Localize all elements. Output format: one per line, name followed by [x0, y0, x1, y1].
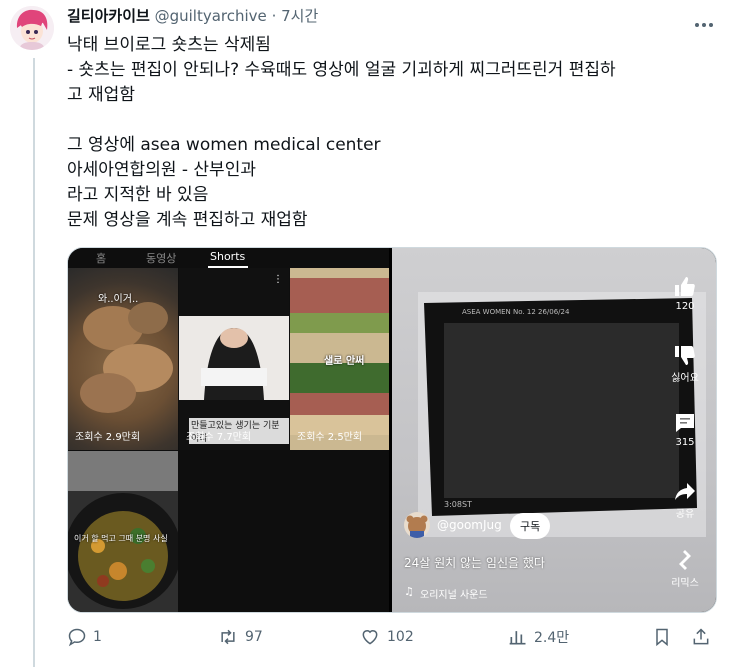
- subscribe-button[interactable]: 구독: [510, 513, 551, 539]
- reply-count: 1: [93, 629, 102, 645]
- remix-button[interactable]: 리믹스: [670, 548, 700, 589]
- share-label: 공유: [675, 509, 695, 520]
- bookmark-icon: [656, 628, 668, 647]
- remix-label: 리믹스: [671, 578, 699, 589]
- comment-count: 315: [675, 437, 695, 448]
- channel-avatar[interactable]: [404, 512, 430, 538]
- dislike-label: 싫어요: [671, 373, 699, 384]
- thumbnail-food-3[interactable]: 샐로 안써 조회수 2.5만회: [290, 268, 389, 450]
- comment-icon: [676, 414, 694, 432]
- thumbnail-views: 조회수 2.9만회: [75, 432, 141, 443]
- thumbnail-views: 조회수 7.7만회: [186, 432, 252, 443]
- tweet-line: 아세아연합의원 - 산부인과: [67, 160, 256, 180]
- share-arrow-icon: [675, 483, 695, 500]
- avatar-illustration-icon: [10, 6, 54, 50]
- like-button[interactable]: 120: [670, 275, 700, 312]
- like-tweet-button[interactable]: 102: [359, 627, 414, 647]
- tweet-line: - 숏츠는 편집이 안되나? 수육때도 영상에 얼굴 기괴하게 찌그러뜨린거 편…: [67, 60, 616, 80]
- share-upload-icon: [693, 628, 709, 645]
- music-note-icon: ♫: [404, 585, 414, 598]
- shorts-tabs: 홈 동영상 Shorts: [68, 248, 389, 268]
- film-top-text: ASEA WOMEN No. 12 26/06/24: [462, 308, 570, 316]
- tab-shorts: Shorts: [210, 250, 246, 263]
- view-count: 2.4만: [534, 630, 570, 646]
- thumbnail-caption: 샐로 안써: [324, 356, 365, 367]
- shorts-video-image[interactable]: ASEA WOMEN No. 12 26/06/24 3:08ST 120 싫어…: [392, 248, 716, 612]
- more-options-icon[interactable]: [693, 12, 717, 27]
- media-grid[interactable]: 홈 동영상 Shorts 와..이거.. 조회수 2.9만회 만들고있는 생기는: [67, 247, 717, 613]
- sound-label[interactable]: 오리지널 사운드: [420, 586, 488, 601]
- share-tweet-button[interactable]: [691, 627, 711, 647]
- reply-bubble-icon: [68, 628, 86, 647]
- tweet-actions: 1 97 102 2.4만: [67, 627, 717, 653]
- like-tweet-count: 102: [387, 629, 414, 645]
- tweet-line-empty: [67, 108, 727, 133]
- tweet-header: 길티아카이브 @guiltyarchive · 7시간: [67, 6, 318, 26]
- thread-line: [33, 58, 35, 667]
- bear-avatar-icon: [406, 515, 428, 538]
- thumbnail-caption: 이거 할 먹고 그때 분명 사실: [74, 534, 168, 543]
- tweet-line: 라고 지적한 바 있음: [67, 185, 209, 205]
- thumbnail-food-4[interactable]: 이거 할 먹고 그때 분명 사실: [68, 451, 178, 612]
- dislike-button[interactable]: 싫어요: [670, 343, 700, 384]
- tweet-line: 그 영상에 asea women medical center: [67, 135, 381, 155]
- bookmark-button[interactable]: [652, 627, 672, 647]
- tweet-line: 낙태 브이로그 숏츠는 삭제됨: [67, 35, 271, 55]
- tab-home: 홈: [96, 252, 107, 265]
- retweet-count: 97: [245, 629, 263, 645]
- reply-button[interactable]: 1: [67, 627, 102, 647]
- thumbnail-food-1[interactable]: 와..이거.. 조회수 2.9만회: [68, 268, 178, 450]
- separator-dot: ·: [271, 7, 277, 25]
- channel-handle[interactable]: @goomJug: [437, 518, 502, 532]
- like-count: 120: [675, 301, 695, 312]
- views-button[interactable]: 2.4만: [508, 627, 569, 647]
- thumbnail-menu-icon[interactable]: ⋮: [273, 274, 283, 285]
- comment-button[interactable]: 315: [670, 411, 700, 448]
- stir-fry-pan-icon: [68, 451, 178, 609]
- bar-chart-icon: [509, 631, 526, 645]
- retweet-arrows-icon: [221, 629, 235, 645]
- thumbs-up-icon: [675, 277, 695, 296]
- timestamp[interactable]: 7시간: [281, 7, 318, 25]
- display-name[interactable]: 길티아카이브: [67, 7, 150, 25]
- thumbs-down-icon: [675, 346, 695, 365]
- avatar[interactable]: [10, 6, 54, 50]
- retweet-button[interactable]: 97: [217, 627, 263, 647]
- tweet-text: 낙태 브이로그 숏츠는 삭제됨 - 숏츠는 편집이 안되나? 수육때도 영상에 …: [67, 33, 727, 233]
- shorts-screenshot-image[interactable]: 홈 동영상 Shorts 와..이거.. 조회수 2.9만회 만들고있는 생기는: [68, 248, 389, 612]
- user-handle[interactable]: @guiltyarchive: [155, 7, 267, 25]
- thumbnail-caption: 와..이거..: [98, 294, 139, 305]
- tweet-line: 고 재업함: [67, 85, 135, 105]
- video-title: 24살 원치 않는 임신을 했다: [404, 556, 545, 570]
- thumbnail-views: 조회수 2.5만회: [297, 432, 363, 443]
- thumbnail-video-2[interactable]: 만들고있는 생기는 기분이다 조회수 7.7만회 ⋮: [179, 268, 289, 450]
- tab-videos: 동영상: [146, 252, 177, 265]
- remix-icon: [679, 550, 691, 570]
- share-button[interactable]: 공유: [670, 479, 700, 520]
- film-bottom-text: 3:08ST: [444, 500, 472, 509]
- tweet-line: 문제 영상을 계속 편집하고 재업함: [67, 210, 308, 230]
- heart-icon: [362, 630, 378, 645]
